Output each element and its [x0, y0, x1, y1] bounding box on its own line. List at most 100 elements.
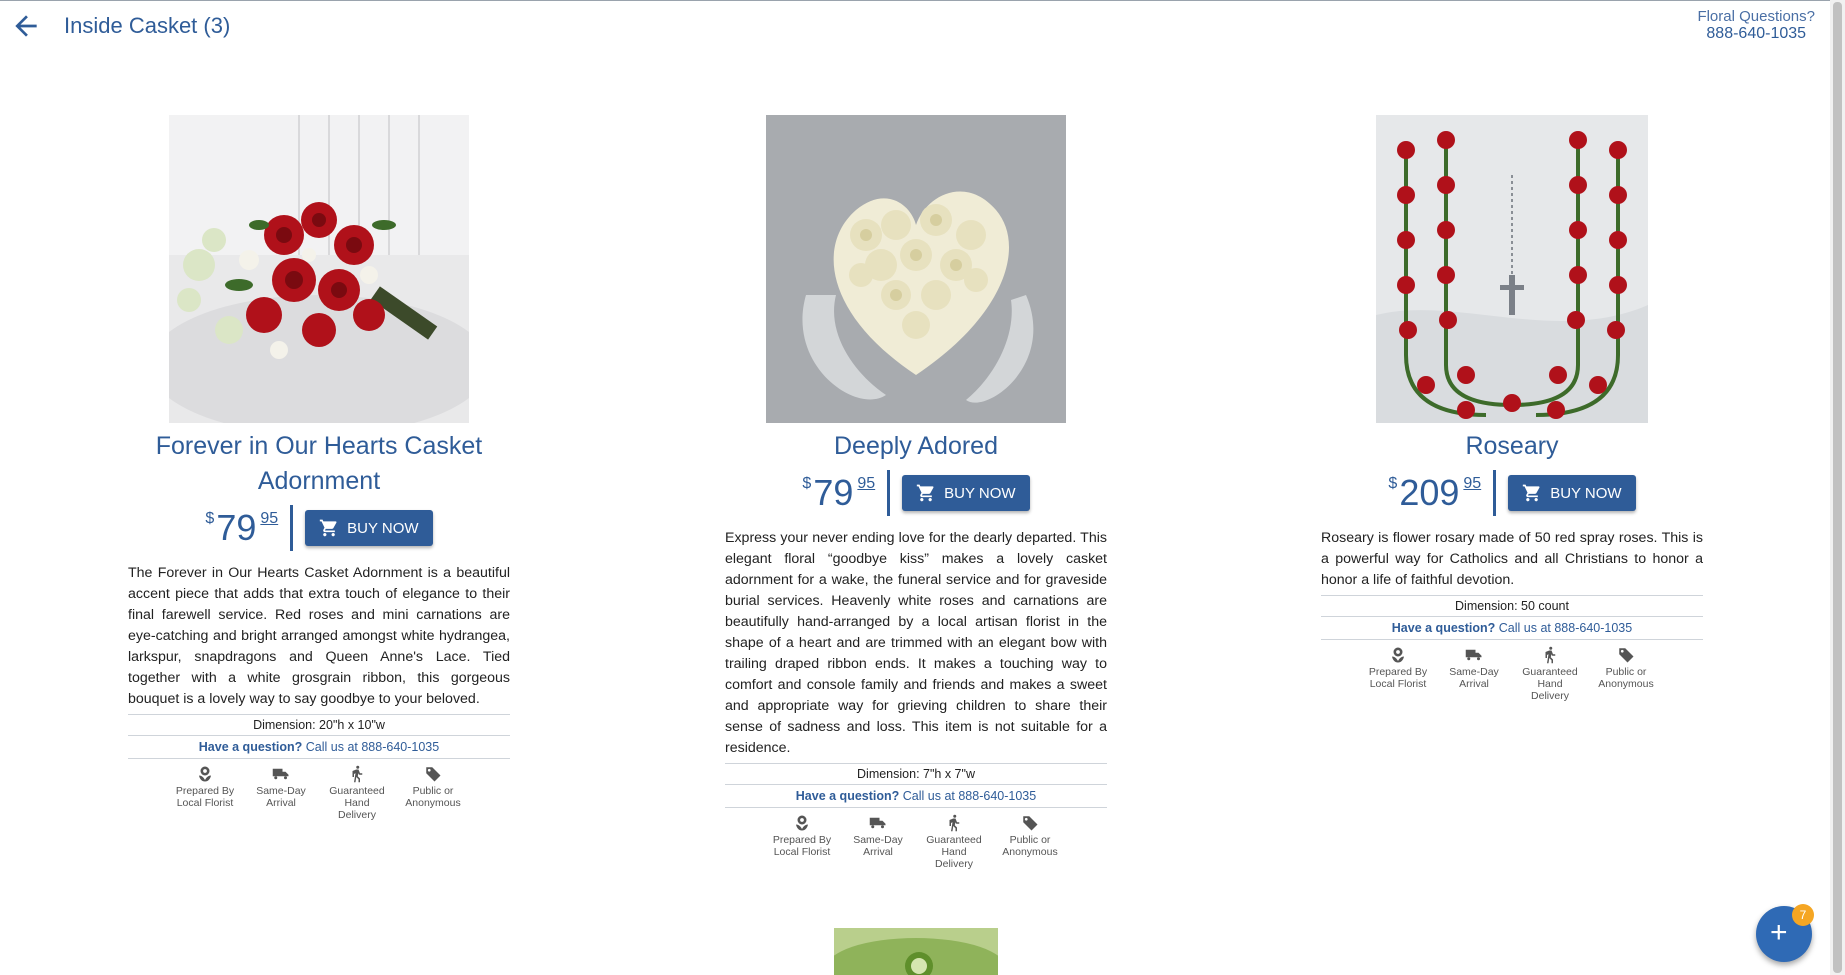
- feature-label-4a: Public or: [1605, 666, 1647, 678]
- page-scrollbar[interactable]: [1830, 0, 1845, 975]
- feature-label-4a: Public or: [412, 785, 454, 797]
- feature-hand-delivery: Guaranteed Hand Delivery: [922, 814, 986, 870]
- product-card-roseary: Roseary $ 209 95 BUY NOW Roseary is flow…: [1321, 115, 1703, 702]
- price-currency: $: [205, 510, 215, 527]
- feature-same-day: Same-Day Arrival: [1442, 646, 1506, 702]
- product-name[interactable]: Deeply Adored: [725, 429, 1107, 464]
- cart-count-badge: 7: [1792, 904, 1814, 926]
- feature-label-3b: Hand Delivery: [1531, 678, 1569, 702]
- buy-now-label: BUY NOW: [944, 484, 1016, 502]
- price-dollars: 209: [1399, 472, 1460, 513]
- price-divider: [887, 470, 891, 516]
- back-arrow-icon[interactable]: [10, 10, 42, 42]
- question-line: Have a question? Call us at 888-640-1035: [128, 736, 510, 759]
- feature-label-4a: Public or: [1009, 834, 1051, 846]
- header-phone-link[interactable]: 888-640-1035: [1697, 25, 1815, 43]
- feature-hand-delivery: Guaranteed Hand Delivery: [1518, 646, 1582, 702]
- product-dimension: Dimension: 20"h x 10"w: [128, 714, 510, 736]
- cart-fab-button[interactable]: + 7: [1756, 904, 1814, 962]
- product-card-forever-in-our-hearts: Forever in Our Hearts Casket Adornment $…: [128, 115, 510, 821]
- price-divider: [1493, 470, 1497, 516]
- product-name[interactable]: Forever in Our Hearts Casket Adornment: [128, 429, 510, 499]
- local-florist-icon: [199, 766, 211, 782]
- feature-label-1a: Prepared By: [175, 785, 235, 797]
- product-name[interactable]: Roseary: [1321, 429, 1703, 464]
- feature-label-2a: Same-Day: [853, 834, 903, 846]
- product-card-deeply-adored: Deeply Adored $ 79 95 BUY NOW Express yo…: [725, 115, 1107, 870]
- feature-label-2b: Arrival: [266, 797, 296, 809]
- feature-public-anonymous: Public or Anonymous: [401, 765, 465, 821]
- tag-icon: [1618, 648, 1634, 663]
- price-row: $ 79 95 BUY NOW: [128, 505, 510, 551]
- feature-local-florist: Prepared By Local Florist: [173, 765, 237, 821]
- question-line: Have a question? Call us at 888-640-1035: [725, 785, 1107, 808]
- product-dimension: Dimension: 50 count: [1321, 595, 1703, 617]
- price-cents: 95: [1463, 475, 1482, 492]
- question-label: Have a question?: [795, 789, 900, 803]
- question-phone-link[interactable]: Call us at 888-640-1035: [903, 789, 1036, 803]
- product-description: Roseary is flower rosary made of 50 red …: [1321, 530, 1703, 588]
- question-phone-link[interactable]: Call us at 888-640-1035: [306, 740, 439, 754]
- cart-icon: [917, 484, 934, 502]
- buy-now-button[interactable]: BUY NOW: [305, 510, 433, 546]
- feature-same-day: Same-Day Arrival: [846, 814, 910, 870]
- tag-icon: [1022, 816, 1038, 831]
- price-currency: $: [1388, 475, 1398, 492]
- feature-label-2a: Same-Day: [1449, 666, 1499, 678]
- scrollbar-thumb[interactable]: [1833, 2, 1842, 973]
- feature-icons: Prepared By Local Florist Same-Day Arriv…: [1321, 646, 1703, 702]
- truck-icon: [272, 768, 289, 780]
- product-image[interactable]: [169, 115, 469, 423]
- feature-label-4b: Anonymous: [405, 797, 461, 809]
- feature-label-4b: Anonymous: [1002, 846, 1058, 858]
- person-walking-icon: [949, 814, 960, 832]
- floral-questions: Floral Questions? 888-640-1035: [1697, 8, 1815, 43]
- feature-icons: Prepared By Local Florist Same-Day Arriv…: [128, 765, 510, 821]
- price-cents: 95: [260, 510, 279, 527]
- price-dollars: 79: [813, 472, 854, 513]
- price-divider: [290, 505, 294, 551]
- feature-label-1a: Prepared By: [1368, 666, 1428, 678]
- feature-public-anonymous: Public or Anonymous: [1594, 646, 1658, 702]
- truck-icon: [869, 817, 886, 829]
- feature-label-1b: Local Florist: [176, 797, 234, 809]
- local-florist-icon: [796, 815, 808, 831]
- product-price: $ 209 95: [1388, 473, 1481, 513]
- buy-now-button[interactable]: BUY NOW: [1508, 475, 1636, 511]
- feature-label-3a: Guaranteed: [1522, 666, 1578, 678]
- feature-icons: Prepared By Local Florist Same-Day Arriv…: [725, 814, 1107, 870]
- buy-now-label: BUY NOW: [347, 519, 419, 537]
- buy-now-button[interactable]: BUY NOW: [902, 475, 1030, 511]
- question-label: Have a question?: [198, 740, 303, 754]
- price-row: $ 209 95 BUY NOW: [1321, 470, 1703, 516]
- page-header: Inside Casket (3) Floral Questions? 888-…: [0, 0, 1845, 60]
- feature-label-4b: Anonymous: [1598, 678, 1654, 690]
- plus-icon: +: [1770, 916, 1788, 949]
- feature-label-1b: Local Florist: [1369, 678, 1427, 690]
- product-image[interactable]: [1376, 115, 1648, 423]
- feature-local-florist: Prepared By Local Florist: [1366, 646, 1430, 702]
- product-dimension: Dimension: 7"h x 7"w: [725, 763, 1107, 785]
- floral-questions-label: Floral Questions?: [1697, 8, 1815, 25]
- feature-public-anonymous: Public or Anonymous: [998, 814, 1062, 870]
- price-currency: $: [802, 475, 812, 492]
- price-dollars: 79: [216, 507, 257, 548]
- tag-icon: [425, 767, 441, 782]
- feature-label-1a: Prepared By: [772, 834, 832, 846]
- feature-label-3a: Guaranteed: [926, 834, 982, 846]
- feature-label-3a: Guaranteed: [329, 785, 385, 797]
- cart-icon: [1523, 484, 1540, 502]
- truck-icon: [1465, 649, 1482, 661]
- product-image[interactable]: [766, 115, 1066, 423]
- person-walking-icon: [352, 765, 363, 783]
- question-label: Have a question?: [1391, 621, 1496, 635]
- feature-label-2b: Arrival: [863, 846, 893, 858]
- next-product-image[interactable]: [834, 928, 998, 975]
- person-walking-icon: [1545, 646, 1556, 664]
- page-title: Inside Casket (3): [64, 13, 231, 38]
- product-price: $ 79 95: [205, 508, 278, 548]
- product-price: $ 79 95: [802, 473, 875, 513]
- product-description: The Forever in Our Hearts Casket Adornme…: [128, 565, 510, 707]
- cart-icon: [320, 519, 337, 537]
- question-phone-link[interactable]: Call us at 888-640-1035: [1499, 621, 1632, 635]
